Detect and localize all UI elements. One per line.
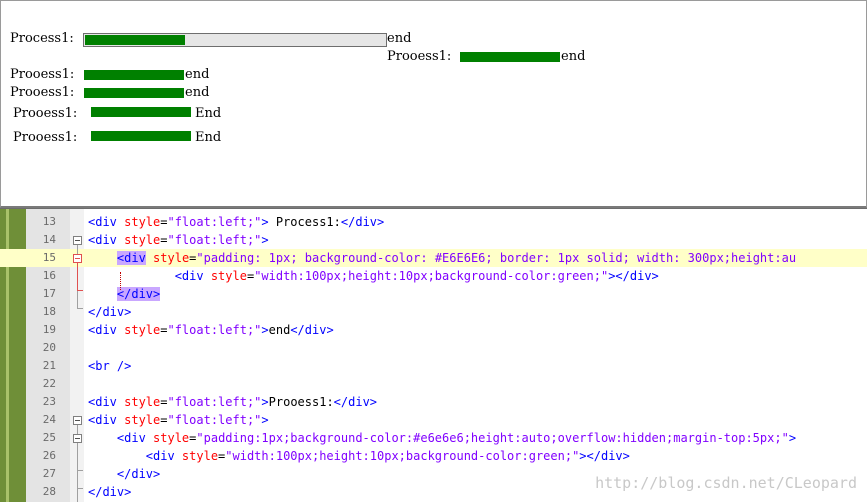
end-label: End	[195, 106, 222, 121]
code-text[interactable]: </div>	[88, 285, 161, 303]
fold-toggle-icon[interactable]	[73, 434, 82, 443]
code-text[interactable]: </div>	[88, 483, 131, 501]
process-label: Prooess1:	[10, 85, 75, 100]
code-line[interactable]: 21 <br />	[0, 357, 867, 375]
line-number: 16	[42, 269, 56, 282]
end-label: end	[387, 31, 412, 46]
line-number: 25	[42, 431, 56, 444]
progress-bar	[91, 131, 191, 141]
code-line[interactable]: 16 <div style="width:100px;height:10px;b…	[0, 267, 867, 285]
code-text[interactable]: <br />	[88, 357, 131, 375]
line-number: 21	[42, 359, 56, 372]
line-number: 14	[42, 233, 56, 246]
code-text[interactable]: <div style="width:100px;height:10px;back…	[88, 267, 659, 285]
progress-fill	[85, 35, 185, 45]
process-label: Prooess1:	[13, 130, 78, 145]
browser-preview-pane: Process1: end Prooess1: end Prooess1: en…	[0, 0, 867, 208]
code-line[interactable]: 20	[0, 339, 867, 357]
code-text[interactable]: <div style="padding: 1px; background-col…	[88, 249, 796, 267]
code-text[interactable]: <div style="float:left;">	[88, 411, 269, 429]
fold-toggle-icon[interactable]	[73, 254, 82, 263]
end-label: End	[195, 130, 222, 145]
code-text[interactable]: <div style="padding:1px;background-color…	[88, 429, 796, 447]
end-label: end	[185, 67, 210, 82]
code-line[interactable]: 14 <div style="float:left;">	[0, 231, 867, 249]
code-text[interactable]: <div style="float:left;">	[88, 231, 269, 249]
fold-toggle-icon[interactable]	[73, 416, 82, 425]
code-text[interactable]: </div>	[88, 303, 131, 321]
line-number: 27	[42, 467, 56, 480]
line-number: 26	[42, 449, 56, 462]
progress-bar	[84, 70, 184, 80]
line-number: 19	[42, 323, 56, 336]
progress-bar	[91, 107, 191, 117]
code-text[interactable]: <div style="float:left;">end</div>	[88, 321, 334, 339]
code-line[interactable]: 18 </div>	[0, 303, 867, 321]
process-label: Prooess1:	[13, 106, 78, 121]
line-number: 24	[42, 413, 56, 426]
line-number: 15	[42, 251, 56, 264]
code-text[interactable]: <div style="float:left;">Prooess1:</div>	[88, 393, 377, 411]
code-line[interactable]: 22	[0, 375, 867, 393]
code-line[interactable]: 24 <div style="float:left;">	[0, 411, 867, 429]
process-label: Process1:	[10, 31, 74, 46]
code-text[interactable]: <div style="width:100px;height:10px;back…	[88, 447, 630, 465]
line-number: 28	[42, 485, 56, 498]
line-number: 18	[42, 305, 56, 318]
end-label: end	[185, 85, 210, 100]
line-number: 23	[42, 395, 56, 408]
code-text[interactable]: <div style="float:left;"> Process1:</div…	[88, 213, 384, 231]
code-text[interactable]: </div>	[88, 465, 160, 483]
watermark-text: http://blog.csdn.net/CLeopard	[595, 474, 857, 492]
fold-toggle-icon[interactable]	[73, 236, 82, 245]
line-number: 13	[42, 215, 56, 228]
progress-track	[83, 33, 387, 47]
end-label: end	[561, 49, 586, 64]
code-line[interactable]: 19 <div style="float:left;">end</div>	[0, 321, 867, 339]
line-number: 20	[42, 341, 56, 354]
progress-bar	[84, 88, 184, 98]
line-number: 22	[42, 377, 56, 390]
line-number: 17	[42, 287, 56, 300]
code-line[interactable]: 23 <div style="float:left;">Prooess1:</di…	[0, 393, 867, 411]
code-line[interactable]: 15 <div style="padding: 1px; background-…	[0, 249, 867, 267]
code-line[interactable]: 26 <div style="width:100px;height:10px;b…	[0, 447, 867, 465]
code-editor[interactable]: 13 <div style="float:left;"> Process1:</d…	[0, 209, 867, 502]
process-label: Prooess1:	[10, 67, 75, 82]
code-line[interactable]: 17 </div>	[0, 285, 867, 303]
process-label: Prooess1:	[387, 49, 452, 64]
code-line[interactable]: 13 <div style="float:left;"> Process1:</d…	[0, 213, 867, 231]
progress-bar	[460, 52, 560, 62]
code-line[interactable]: 25 <div style="padding:1px;background-co…	[0, 429, 867, 447]
